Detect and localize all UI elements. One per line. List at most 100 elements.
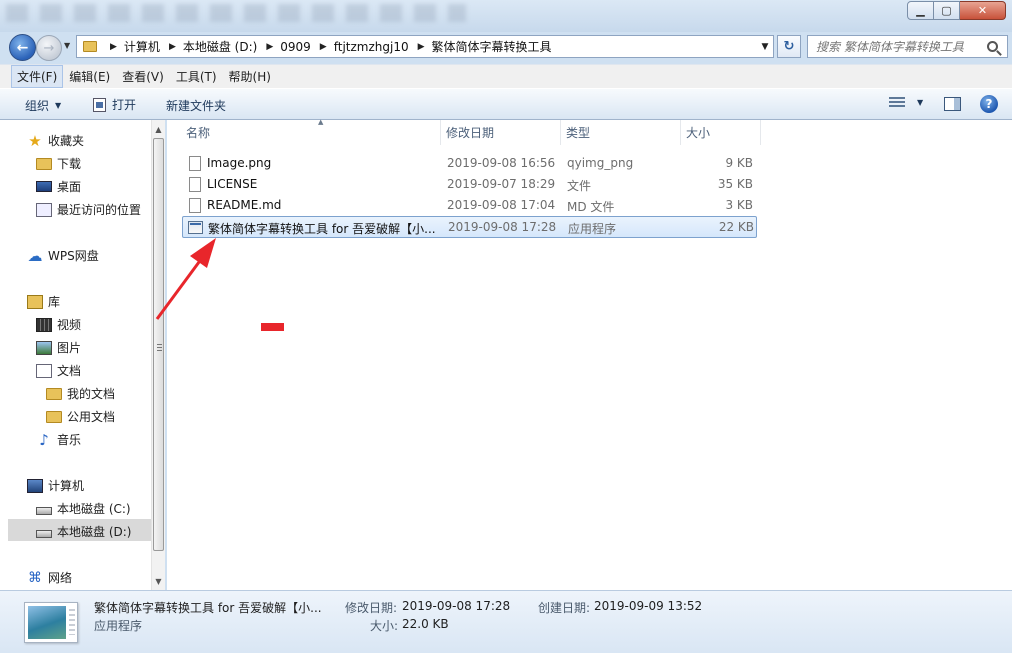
drive-icon: [36, 529, 52, 538]
scroll-down-icon[interactable]: ▼: [152, 573, 165, 589]
nav-pictures-label: 图片: [57, 341, 82, 355]
download-folder-icon: [36, 157, 52, 170]
forward-button[interactable]: →: [36, 35, 62, 61]
preview-pane-button[interactable]: [944, 97, 961, 111]
nav-scrollbar[interactable]: ▲ ▼: [151, 120, 165, 590]
chevron-right-icon[interactable]: ▶: [266, 42, 273, 52]
open-label: 打开: [112, 98, 137, 112]
details-size-label: 大小:: [370, 619, 399, 633]
breadcrumb-ftjtzmzhgj10[interactable]: ftjtzmzhgj10: [334, 40, 409, 54]
document-icon: [36, 363, 52, 378]
column-header-size[interactable]: 大小: [681, 120, 761, 145]
help-icon[interactable]: ?: [980, 95, 998, 113]
maximize-button[interactable]: ▢: [934, 1, 960, 20]
star-icon: ★: [28, 131, 42, 150]
drive-icon: [36, 506, 52, 515]
scrollbar-thumb[interactable]: [153, 138, 164, 551]
nav-computer[interactable]: 计算机: [27, 477, 84, 494]
window-controls: ▁ ▢ ✕: [907, 1, 1006, 20]
blurred-window-titles: [6, 4, 466, 22]
nav-music[interactable]: ♪ 音乐: [36, 431, 81, 448]
chevron-right-icon[interactable]: ▶: [320, 42, 327, 52]
menu-bar: 文件(F) 编辑(E) 查看(V) 工具(T) 帮助(H): [0, 64, 1012, 88]
minimize-button[interactable]: ▁: [907, 1, 934, 20]
file-size: 35 KB: [717, 177, 753, 191]
file-type: 应用程序: [568, 222, 617, 236]
nav-recent-label: 最近访问的位置: [57, 203, 142, 217]
file-date: 2019-09-08 17:28: [448, 220, 557, 234]
search-input[interactable]: [816, 39, 987, 54]
new-folder-button[interactable]: 新建文件夹: [166, 97, 226, 114]
menu-view[interactable]: 查看(V): [116, 65, 170, 88]
breadcrumb-drive-d[interactable]: 本地磁盘 (D:): [183, 38, 257, 55]
arrow-right-icon: →: [43, 40, 55, 56]
open-icon: [93, 97, 106, 112]
file-name: 繁体简体字幕转换工具 for 吾爱破解【小...: [208, 222, 436, 236]
search-box: [807, 35, 1008, 58]
nav-videos-label: 视频: [57, 318, 82, 332]
nav-network-label: 网络: [48, 571, 73, 585]
nav-public-documents-label: 公用文档: [67, 410, 116, 424]
file-row[interactable]: Image.png 2019-09-08 16:56 qyimg_png 9 K…: [182, 153, 757, 174]
arrow-left-icon: ←: [16, 39, 29, 56]
nav-downloads-label: 下载: [57, 157, 82, 171]
breadcrumb-computer[interactable]: 计算机: [124, 38, 160, 55]
organize-button[interactable]: 组织 ▼: [25, 97, 61, 114]
nav-drive-c[interactable]: 本地磁盘 (C:): [36, 500, 131, 517]
nav-drive-d[interactable]: 本地磁盘 (D:): [36, 523, 131, 540]
nav-recent[interactable]: 最近访问的位置: [36, 201, 141, 218]
nav-documents[interactable]: 文档: [36, 362, 81, 379]
chevron-right-icon[interactable]: ▶: [110, 42, 117, 52]
command-toolbar: 组织 ▼ 打开 新建文件夹 ▼ ?: [0, 88, 1012, 120]
nav-pictures[interactable]: 图片: [36, 339, 81, 356]
nav-network[interactable]: ⌘ 网络: [27, 569, 72, 586]
nav-favorites[interactable]: ★ 收藏夹: [27, 132, 84, 149]
details-pane: 繁体简体字幕转换工具 for 吾爱破解【小... 应用程序 修改日期: 2019…: [0, 590, 1012, 653]
folder-icon: [83, 41, 97, 52]
grip-icon: [157, 344, 162, 351]
file-size: 3 KB: [725, 198, 753, 212]
refresh-button[interactable]: ↻: [777, 35, 801, 58]
column-header-date[interactable]: 修改日期: [441, 120, 561, 145]
close-button[interactable]: ✕: [960, 1, 1006, 20]
nav-libraries[interactable]: 库: [27, 293, 60, 310]
chevron-right-icon[interactable]: ▶: [418, 42, 425, 52]
breadcrumb-0909[interactable]: 0909: [280, 40, 311, 54]
search-icon[interactable]: [987, 41, 998, 52]
address-bar[interactable]: ▶ 计算机 ▶ 本地磁盘 (D:) ▶ 0909 ▶ ftjtzmzhgj10 …: [76, 35, 774, 58]
scroll-up-icon[interactable]: ▲: [152, 121, 165, 137]
nav-downloads[interactable]: 下载: [36, 155, 81, 172]
folder-icon: [46, 410, 62, 423]
nav-public-documents[interactable]: 公用文档: [46, 408, 115, 425]
column-header-name[interactable]: 名称 ▲: [181, 118, 441, 145]
library-icon: [27, 294, 43, 309]
file-type: 文件: [567, 179, 592, 193]
breadcrumb-current-folder[interactable]: 繁体简体字幕转换工具: [432, 38, 552, 55]
sort-ascending-icon: ▲: [318, 118, 324, 126]
nav-my-documents[interactable]: 我的文档: [46, 385, 115, 402]
change-view-button[interactable]: ▼: [889, 97, 923, 108]
nav-favorites-label: 收藏夹: [48, 134, 85, 148]
file-row[interactable]: LICENSE 2019-09-07 18:29 文件 35 KB: [182, 174, 757, 195]
menu-help[interactable]: 帮助(H): [223, 65, 277, 88]
nav-computer-label: 计算机: [48, 479, 85, 493]
file-name: LICENSE: [207, 177, 258, 191]
menu-file[interactable]: 文件(F): [11, 65, 64, 88]
nav-videos[interactable]: 视频: [36, 316, 81, 333]
nav-wps-cloud[interactable]: ☁ WPS网盘: [27, 247, 99, 264]
nav-desktop[interactable]: 桌面: [36, 178, 81, 195]
nav-wps-label: WPS网盘: [48, 249, 99, 263]
red-annotation-mark: [261, 323, 284, 331]
file-icon: [189, 198, 201, 213]
column-header-type[interactable]: 类型: [561, 120, 681, 145]
navigation-pane: ★ 收藏夹 下载 桌面 最近访问的位置 ☁ WPS网盘 库 视频 图片 文档 我…: [0, 120, 165, 590]
file-row[interactable]: README.md 2019-09-08 17:04 MD 文件 3 KB: [182, 195, 757, 216]
menu-tools[interactable]: 工具(T): [170, 65, 223, 88]
menu-edit[interactable]: 编辑(E): [63, 65, 116, 88]
chevron-right-icon[interactable]: ▶: [169, 42, 176, 52]
recent-pages-dropdown[interactable]: ▼: [64, 41, 70, 50]
back-button[interactable]: ←: [9, 34, 36, 61]
file-row-selected[interactable]: 繁体简体字幕转换工具 for 吾爱破解【小... 2019-09-08 17:2…: [182, 216, 757, 238]
open-button[interactable]: 打开: [93, 96, 136, 113]
address-history-dropdown[interactable]: ▼: [757, 42, 773, 52]
